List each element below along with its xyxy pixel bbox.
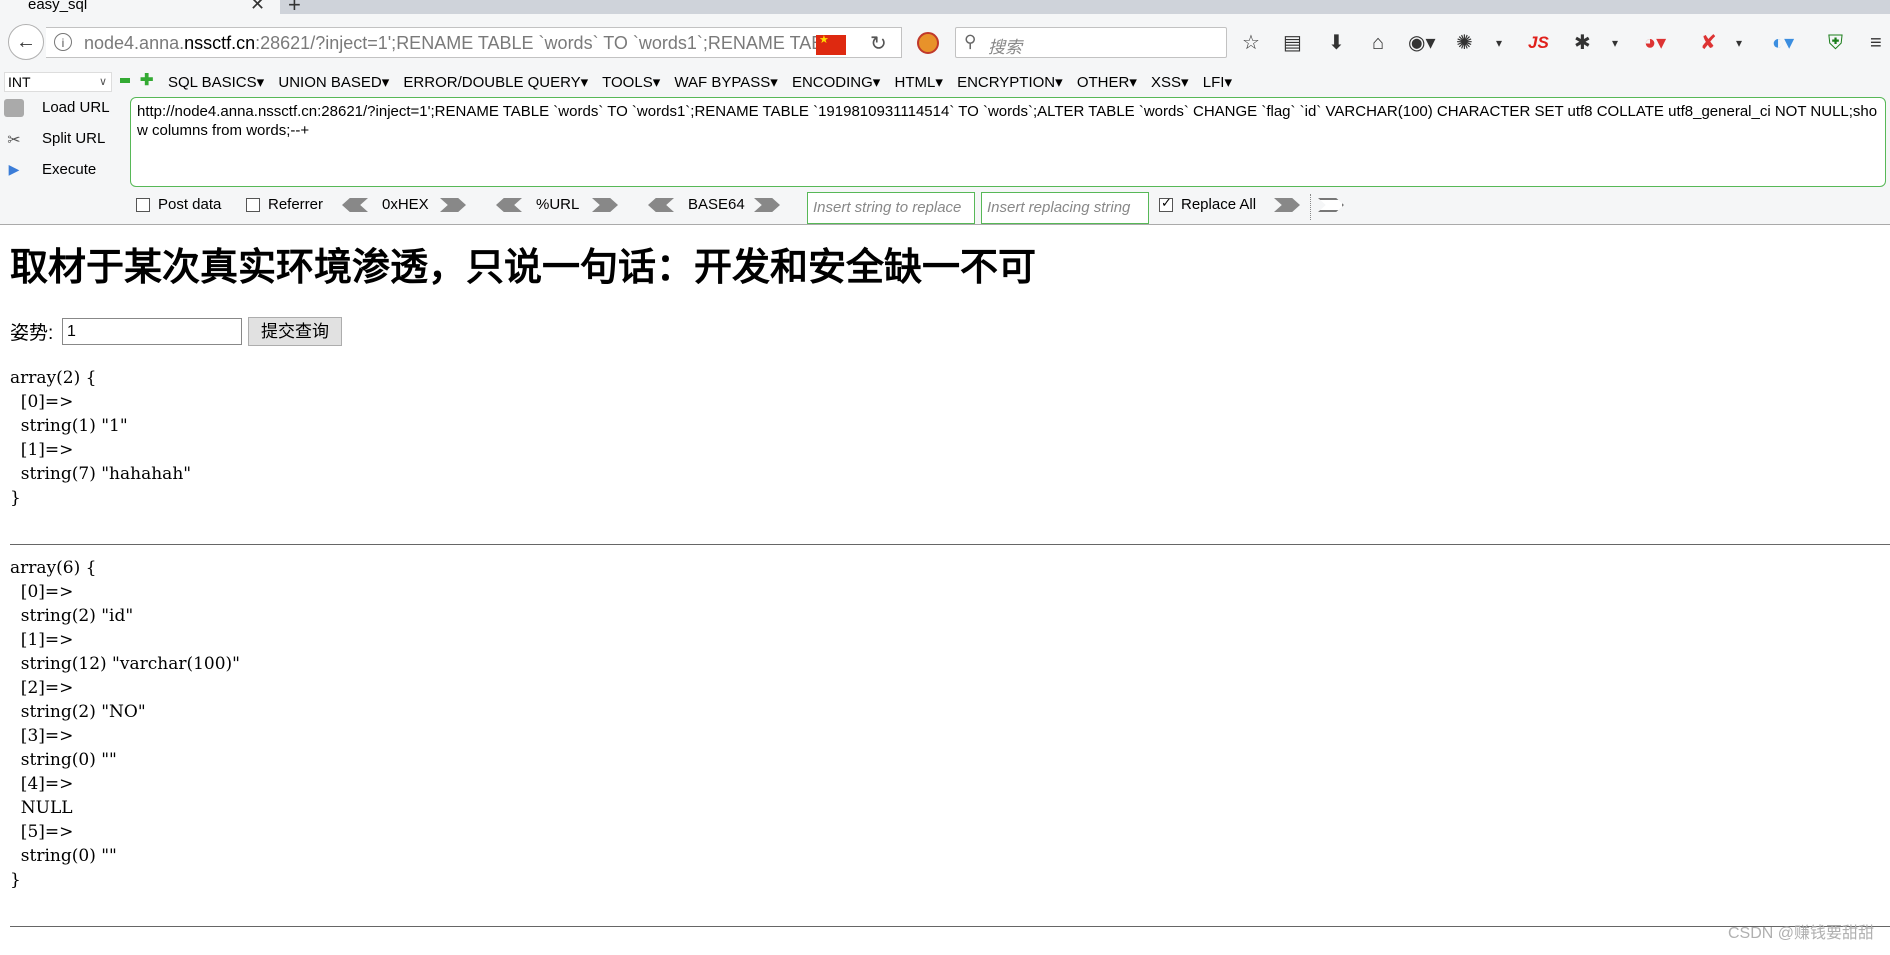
js-icon[interactable]: JS bbox=[1528, 32, 1549, 54]
page-title: 取材于某次真实环境渗透，只说一句话：开发和安全缺一不可 bbox=[10, 247, 1037, 289]
china-flag-icon bbox=[816, 33, 846, 55]
menu-sql-basics[interactable]: SQL BASICS▾ bbox=[168, 74, 264, 91]
download-icon[interactable]: ⬇ bbox=[1328, 32, 1345, 54]
execute-label: Execute bbox=[42, 161, 97, 178]
hackbar-options: Post data Referrer 0xHEX %URL BASE64 Ins… bbox=[0, 192, 1890, 224]
star-icon[interactable]: ☆ bbox=[1242, 32, 1260, 54]
form-label: 姿势: bbox=[10, 323, 54, 344]
post-data-checkbox[interactable] bbox=[136, 198, 150, 212]
replace-to-input[interactable]: Insert replacing string bbox=[981, 192, 1149, 224]
result-dump-2: array(6) { [0]=> string(2) "id" [1]=> st… bbox=[10, 558, 241, 890]
hex-encode-arrow-icon[interactable] bbox=[440, 198, 466, 212]
post-data-label: Post data bbox=[158, 196, 222, 213]
palette-icon[interactable]: ✺ bbox=[1456, 32, 1473, 54]
load-url-label: Load URL bbox=[42, 99, 110, 116]
referrer-label: Referrer bbox=[268, 196, 324, 213]
back-button[interactable]: ← bbox=[8, 24, 44, 60]
hex-label: 0xHEX bbox=[382, 196, 429, 213]
scissors-icon: ✂ bbox=[7, 132, 21, 150]
close-icon[interactable]: ✕ bbox=[250, 0, 265, 15]
search-bar[interactable]: ⚲ 搜索 bbox=[955, 27, 1227, 58]
dropdown-icon[interactable]: ▾ bbox=[1736, 32, 1742, 54]
menu-xss[interactable]: XSS▾ bbox=[1151, 74, 1189, 91]
home-icon[interactable]: ⌂ bbox=[1372, 32, 1384, 54]
tab-strip: easy_sql ✕ + bbox=[0, 0, 1890, 17]
query-form: 姿势: 提交查询 bbox=[10, 317, 342, 346]
replace-all-label: Replace All bbox=[1181, 196, 1257, 213]
url-text[interactable]: node4.anna.nssctf.cn:28621/?inject=1';RE… bbox=[84, 33, 834, 54]
injection-type-select[interactable]: INT ∨ bbox=[4, 72, 112, 92]
menu-other[interactable]: OTHER▾ bbox=[1077, 74, 1137, 91]
split-url-button[interactable]: ✂ Split URL bbox=[4, 130, 106, 150]
url-encode-arrow-icon[interactable] bbox=[592, 198, 618, 212]
url-path: :28621/?inject=1';RENAME TABLE `words` T… bbox=[255, 33, 834, 53]
replace-next-arrow-icon[interactable] bbox=[1318, 198, 1344, 212]
hex-decode-arrow-icon[interactable] bbox=[342, 198, 368, 212]
url-textarea[interactable]: http://node4.anna.nssctf.cn:28621/?injec… bbox=[130, 97, 1886, 187]
shield-icon[interactable]: ⛨ bbox=[1828, 32, 1843, 54]
referrer-checkbox[interactable] bbox=[246, 198, 260, 212]
dropdown-icon[interactable]: ▾ bbox=[1612, 32, 1618, 54]
watermark: CSDN @赚钱要甜甜 bbox=[1727, 925, 1874, 942]
chrome-icon[interactable]: ◐▾ bbox=[1772, 32, 1794, 54]
submit-button[interactable]: 提交查询 bbox=[248, 317, 342, 346]
minus-icon[interactable] bbox=[120, 78, 130, 83]
search-icon: ⚲ bbox=[964, 32, 977, 51]
tab-title: easy_sql bbox=[28, 0, 88, 13]
replace-arrow-icon[interactable] bbox=[1274, 198, 1300, 212]
url-decode-arrow-icon[interactable] bbox=[496, 198, 522, 212]
noscript-icon[interactable] bbox=[917, 32, 939, 54]
divider bbox=[10, 926, 1890, 927]
tools-icon[interactable]: ✘ bbox=[1700, 32, 1717, 54]
menu-tools[interactable]: TOOLS▾ bbox=[602, 74, 660, 91]
replace-from-input[interactable]: Insert string to replace bbox=[807, 192, 975, 224]
result-dump-1: array(2) { [0]=> string(1) "1" [1]=> str… bbox=[10, 368, 192, 508]
reload-icon[interactable]: ↻ bbox=[870, 31, 887, 56]
hackbar-panel: INT ∨ ✚ SQL BASICS▾ UNION BASED▾ ERROR/D… bbox=[0, 72, 1890, 225]
menu-union-based[interactable]: UNION BASED▾ bbox=[278, 74, 389, 91]
dropdown-icon[interactable]: ▾ bbox=[1496, 32, 1502, 54]
base64-decode-arrow-icon[interactable] bbox=[648, 198, 674, 212]
menu-icon[interactable]: ≡ bbox=[1870, 32, 1882, 54]
menu-encoding[interactable]: ENCODING▾ bbox=[792, 74, 880, 91]
base64-label: BASE64 bbox=[688, 196, 745, 213]
plus-icon[interactable]: ✚ bbox=[140, 70, 153, 90]
red-extension-icon[interactable]: ◕▾ bbox=[1644, 32, 1666, 54]
replace-all-checkbox[interactable] bbox=[1159, 195, 1173, 212]
menu-lfi[interactable]: LFI▾ bbox=[1203, 74, 1232, 91]
select-value: INT bbox=[8, 74, 31, 90]
url-domain: nssctf.cn bbox=[184, 33, 256, 53]
divider bbox=[1310, 194, 1311, 220]
play-icon: ▶ bbox=[8, 161, 20, 178]
url-host: node4.anna. bbox=[84, 33, 185, 53]
url-bar[interactable]: i node4.anna.nssctf.cn:28621/?inject=1';… bbox=[46, 27, 902, 58]
execute-button[interactable]: ▶ Execute bbox=[4, 161, 97, 179]
menu-error-double-query[interactable]: ERROR/DOUBLE QUERY▾ bbox=[403, 74, 588, 91]
menu-html[interactable]: HTML▾ bbox=[895, 74, 943, 91]
library-icon[interactable]: ▤ bbox=[1283, 32, 1302, 54]
bug-icon[interactable]: ✱ bbox=[1574, 32, 1591, 54]
url-label: %URL bbox=[536, 196, 580, 213]
chevron-down-icon: ∨ bbox=[98, 76, 107, 88]
hackbar-menu: SQL BASICS▾ UNION BASED▾ ERROR/DOUBLE QU… bbox=[168, 73, 1242, 91]
inject-input[interactable] bbox=[62, 318, 242, 345]
divider bbox=[10, 544, 1890, 545]
tab-easy-sql[interactable]: easy_sql ✕ bbox=[0, 0, 280, 14]
menu-waf-bypass[interactable]: WAF BYPASS▾ bbox=[674, 74, 777, 91]
avatar-icon[interactable]: ◉▾ bbox=[1408, 32, 1436, 54]
navigation-bar: ← i node4.anna.nssctf.cn:28621/?inject=1… bbox=[0, 14, 1890, 73]
load-url-icon bbox=[4, 99, 24, 118]
info-icon[interactable]: i bbox=[54, 33, 72, 51]
base64-encode-arrow-icon[interactable] bbox=[754, 198, 780, 212]
load-url-button[interactable]: Load URL bbox=[4, 99, 110, 118]
menu-encryption[interactable]: ENCRYPTION▾ bbox=[957, 74, 1063, 91]
split-url-label: Split URL bbox=[42, 130, 106, 147]
search-placeholder: 搜索 bbox=[988, 38, 1022, 57]
